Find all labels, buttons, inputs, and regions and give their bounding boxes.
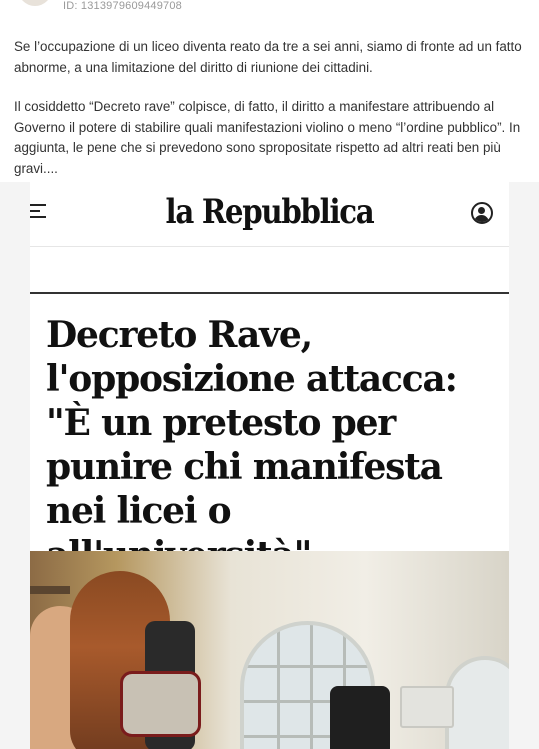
photo-bag bbox=[120, 671, 201, 737]
image-left-margin bbox=[0, 182, 30, 749]
photo-speaker bbox=[330, 686, 390, 749]
article-photo bbox=[30, 551, 509, 749]
photo-window-right bbox=[445, 656, 509, 749]
hamburger-menu-icon[interactable] bbox=[30, 204, 48, 219]
post-id: ID: 1313979609449708 bbox=[63, 0, 182, 12]
post-header: ID: 1313979609449708 bbox=[0, 0, 539, 20]
avatar[interactable] bbox=[18, 0, 52, 6]
photo-ledge bbox=[30, 586, 70, 594]
image-right-margin bbox=[509, 182, 539, 749]
headline-divider bbox=[30, 292, 509, 294]
photo-air-conditioner bbox=[400, 686, 454, 728]
post-paragraph-1: Se l’occupazione di un liceo diventa rea… bbox=[14, 39, 522, 75]
repubblica-logo[interactable]: la Repubblica bbox=[64, 192, 476, 232]
article-headline: Decreto Rave, l'opposizione attacca: "È … bbox=[46, 314, 458, 576]
article-screenshot[interactable]: la Repubblica Decreto Rave, l'opposizion… bbox=[30, 182, 509, 749]
post-paragraph-2: Il cosiddetto “Decreto rave” colpisce, d… bbox=[14, 99, 521, 176]
repubblica-header: la Repubblica bbox=[30, 182, 509, 247]
user-account-icon[interactable] bbox=[471, 202, 493, 224]
